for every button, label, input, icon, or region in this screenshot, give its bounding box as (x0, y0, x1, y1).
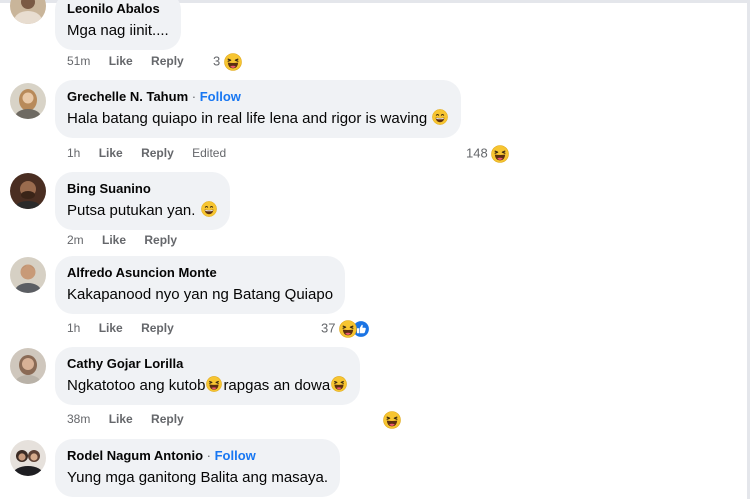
grin-emoji-icon (432, 109, 449, 125)
reply-button[interactable]: Reply (141, 145, 174, 161)
avatar[interactable] (10, 0, 46, 24)
comment-time[interactable]: 38m (67, 411, 90, 427)
avatar[interactable] (10, 348, 46, 384)
comment-bubble: Grechelle N. Tahum · Follow Hala batang … (55, 80, 462, 138)
reaction-summary[interactable]: 3 (213, 51, 242, 72)
separator-dot: · (206, 448, 211, 463)
reaction-count: 148 (466, 145, 488, 161)
comment-text: Kakapanood nyo yan ng Batang Quiapo (67, 286, 334, 303)
comment-text: Hala batang quiapo in real life lena and… (67, 108, 449, 129)
comment-text: Putsa putukan yan. (67, 200, 218, 221)
separator-dot: · (191, 89, 197, 104)
commenter-name[interactable]: Alfredo Asuncion Monte (67, 264, 333, 281)
follow-button[interactable]: Follow (200, 89, 241, 104)
reaction-count: 37 (321, 320, 336, 336)
haha-emoji-icon (339, 319, 358, 338)
comment-bubble: Bing Suanino Putsa putukan yan. (55, 172, 230, 230)
commenter-name[interactable]: Bing Suanino (67, 180, 218, 197)
reaction-summary[interactable] (383, 409, 401, 429)
comment-bubble: Rodel Nagum Antonio · Follow Yung mga ga… (55, 439, 341, 497)
edited-label: Edited (192, 146, 227, 160)
comment-text: Mga nag iinit.... (67, 22, 169, 39)
reply-button[interactable]: Reply (151, 53, 184, 69)
commenter-name[interactable]: Leonilo Abalos (67, 0, 169, 17)
like-button[interactable]: Like (99, 320, 123, 336)
comment-actions: 51m Like Reply (67, 53, 199, 69)
haha-emoji-icon (491, 144, 510, 163)
haha-emoji-icon (223, 52, 242, 71)
avatar[interactable] (10, 83, 46, 119)
avatar[interactable] (10, 257, 46, 293)
reaction-summary[interactable]: 148 (466, 143, 510, 164)
reply-button[interactable]: Reply (141, 320, 174, 336)
like-button[interactable]: Like (102, 232, 126, 248)
comment-bubble: Cathy Gojar Lorilla Ngkatotoo ang kutob r… (55, 347, 361, 405)
avatar[interactable] (10, 440, 46, 476)
like-button[interactable]: Like (109, 53, 133, 69)
comment-bubble: Alfredo Asuncion Monte Kakapanood nyo ya… (55, 256, 346, 314)
haha-emoji-icon (383, 410, 401, 429)
comment-actions: 1h Like Reply (67, 320, 189, 336)
avatar[interactable] (10, 173, 46, 209)
like-button[interactable]: Like (99, 145, 123, 161)
commenter-name[interactable]: Grechelle N. Tahum (67, 89, 188, 104)
reply-button[interactable]: Reply (144, 232, 177, 248)
comment-time[interactable]: 51m (67, 53, 90, 69)
comment-text: Yung mga ganitong Balita ang masaya. (67, 469, 329, 486)
comment-actions: 2m Like Reply (67, 232, 192, 248)
haha-emoji-icon (331, 376, 348, 392)
follow-button[interactable]: Follow (215, 448, 256, 463)
comment-time[interactable]: 1h (67, 145, 80, 161)
grin-emoji-icon (200, 201, 217, 217)
comment-actions: 1h Like Reply Edited (67, 145, 241, 161)
reply-button[interactable]: Reply (151, 411, 184, 427)
like-button[interactable]: Like (109, 411, 133, 427)
reaction-summary[interactable]: 37 (321, 318, 371, 339)
reaction-count: 3 (213, 53, 221, 69)
comment-bubble: Leonilo Abalos Mga nag iinit.... (55, 0, 181, 50)
comment-time[interactable]: 2m (67, 232, 84, 248)
commenter-name[interactable]: Cathy Gojar Lorilla (67, 355, 348, 372)
haha-emoji-icon (206, 376, 223, 392)
comment-time[interactable]: 1h (67, 320, 80, 336)
comment-text: Ngkatotoo ang kutob rapgas an dowa (67, 375, 348, 396)
comment-actions: 38m Like Reply (67, 411, 199, 427)
commenter-name[interactable]: Rodel Nagum Antonio (67, 448, 203, 463)
